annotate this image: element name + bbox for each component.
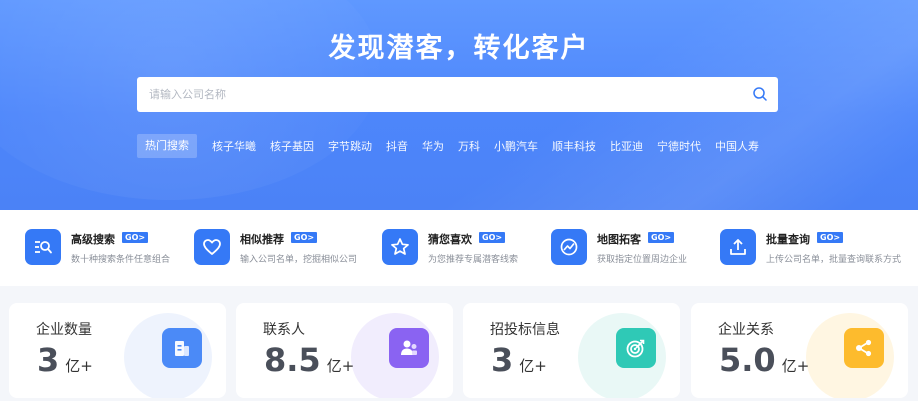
target-icon bbox=[616, 328, 656, 368]
stat-value: 3 亿+ bbox=[37, 341, 93, 379]
feature-title: 批量查询 bbox=[766, 233, 810, 246]
stat-value: 8.5 亿+ bbox=[264, 341, 354, 379]
feature-title: 地图拓客 bbox=[597, 233, 641, 246]
stat-label: 企业数量 bbox=[36, 322, 92, 338]
stat-number: 8.5 bbox=[264, 341, 321, 379]
feature-title: 相似推荐 bbox=[240, 233, 284, 246]
stat-unit: 亿+ bbox=[781, 357, 810, 375]
advanced-search-icon bbox=[25, 229, 61, 265]
map-icon bbox=[551, 229, 587, 265]
feature-title: 高级搜索 bbox=[71, 233, 115, 246]
feature-bar: 高级搜索 GO> 数十种搜索条件任意组合 相似推荐 GO> 输入公司名单，挖掘相… bbox=[0, 210, 918, 286]
stat-number: 3 bbox=[491, 341, 514, 379]
hot-search-item[interactable]: 中国人寿 bbox=[715, 138, 759, 154]
hot-search-item[interactable]: 抖音 bbox=[386, 138, 408, 154]
stat-number: 3 bbox=[37, 341, 60, 379]
stat-card-companies: 企业数量 3 亿+ bbox=[9, 303, 226, 398]
share-icon bbox=[844, 328, 884, 368]
feature-desc: 获取指定位置周边企业 bbox=[597, 255, 688, 265]
go-badge[interactable]: GO> bbox=[122, 232, 149, 243]
go-badge[interactable]: GO> bbox=[291, 232, 318, 243]
stat-number: 5.0 bbox=[719, 341, 776, 379]
stat-unit: 亿+ bbox=[65, 357, 93, 375]
contacts-icon bbox=[389, 328, 429, 368]
go-badge[interactable]: GO> bbox=[648, 232, 675, 243]
hot-search-item[interactable]: 万科 bbox=[458, 138, 480, 154]
hot-search-row: 热门搜索 核子华曦 核子基因 字节跳动 抖音 华为 万科 小鹏汽车 顺丰科技 比… bbox=[137, 134, 766, 158]
stat-value: 5.0 亿+ bbox=[719, 341, 809, 379]
hot-search-item[interactable]: 比亚迪 bbox=[610, 138, 643, 154]
heart-icon bbox=[194, 229, 230, 265]
stat-label: 招投标信息 bbox=[490, 322, 560, 338]
go-badge[interactable]: GO> bbox=[817, 232, 844, 243]
hot-search-item[interactable]: 字节跳动 bbox=[328, 138, 372, 154]
feature-desc: 输入公司名单，挖掘相似公司 bbox=[240, 255, 358, 265]
stat-card-relations: 企业关系 5.0 亿+ bbox=[691, 303, 908, 398]
hero-title: 发现潜客，转化客户 bbox=[328, 33, 590, 64]
stat-card-contacts: 联系人 8.5 亿+ bbox=[236, 303, 453, 398]
hot-search-item[interactable]: 核子基因 bbox=[270, 138, 314, 154]
stat-label: 企业关系 bbox=[718, 322, 774, 338]
stat-card-bidding: 招投标信息 3 亿+ bbox=[463, 303, 680, 398]
hot-search-item[interactable]: 顺丰科技 bbox=[552, 138, 596, 154]
hero-banner: 发现潜客，转化客户 热门搜索 核子华曦 核子基因 字节跳动 抖音 华为 万科 小… bbox=[0, 0, 918, 210]
upload-icon bbox=[720, 229, 756, 265]
feature-desc: 为您推荐专属潜客线索 bbox=[428, 255, 519, 265]
star-icon bbox=[382, 229, 418, 265]
search-input[interactable] bbox=[137, 77, 737, 112]
hot-search-item[interactable]: 华为 bbox=[422, 138, 444, 154]
feature-desc: 数十种搜索条件任意组合 bbox=[71, 255, 171, 265]
stat-value: 3 亿+ bbox=[491, 341, 547, 379]
search-icon[interactable] bbox=[752, 86, 768, 102]
stat-label: 联系人 bbox=[263, 322, 305, 338]
hot-search-item[interactable]: 核子华曦 bbox=[212, 138, 256, 154]
stat-unit: 亿+ bbox=[519, 357, 547, 375]
stat-unit: 亿+ bbox=[326, 357, 355, 375]
feature-title: 猜您喜欢 bbox=[428, 233, 472, 246]
feature-desc: 上传公司名单，批量查询联系方式 bbox=[766, 255, 902, 265]
search-box bbox=[137, 77, 778, 112]
go-badge[interactable]: GO> bbox=[479, 232, 506, 243]
building-icon bbox=[162, 328, 202, 368]
hot-search-label: 热门搜索 bbox=[137, 134, 197, 158]
hot-search-item[interactable]: 小鹏汽车 bbox=[494, 138, 538, 154]
hot-search-item[interactable]: 宁德时代 bbox=[657, 138, 701, 154]
